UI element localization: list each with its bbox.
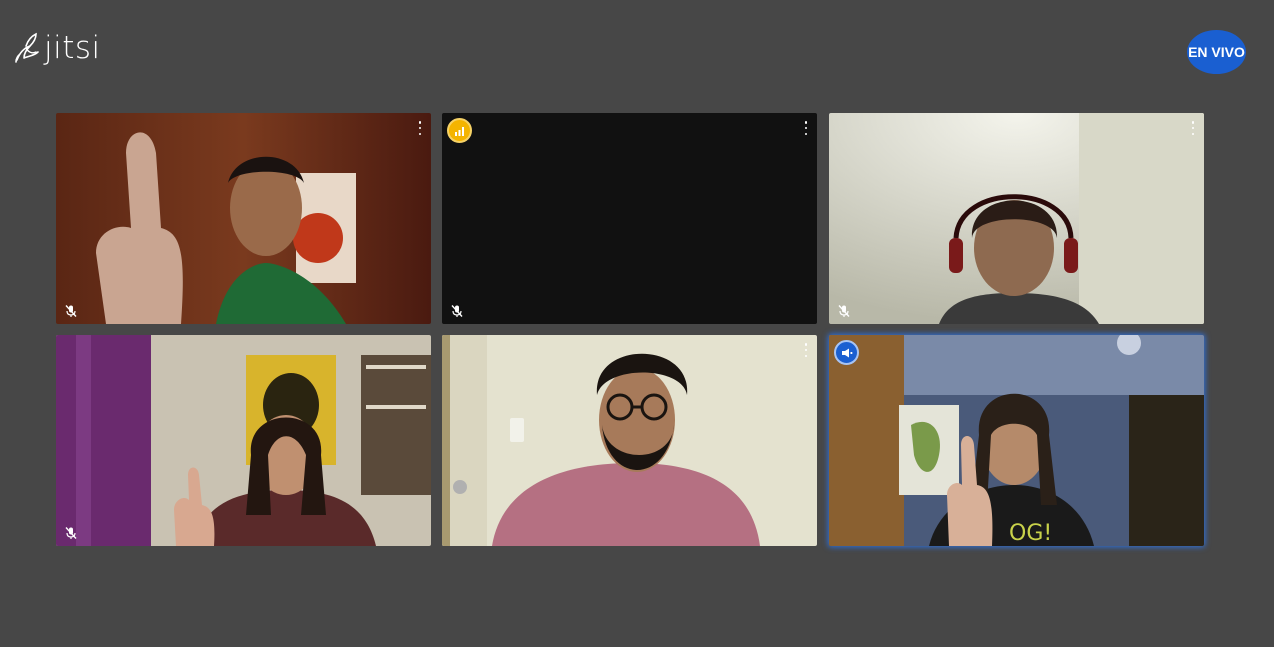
mic-muted-icon xyxy=(451,305,463,317)
more-options-icon[interactable] xyxy=(803,343,809,357)
more-options-icon[interactable] xyxy=(417,121,423,135)
jitsi-bird-icon xyxy=(15,32,39,63)
participant-tile-1[interactable] xyxy=(56,113,431,324)
mic-muted-icon xyxy=(838,305,850,317)
video-grid: OG! xyxy=(56,113,1205,547)
mic-muted-icon xyxy=(65,305,77,317)
participant-tile-2[interactable] xyxy=(442,113,817,324)
dominant-speaker-icon[interactable] xyxy=(834,340,859,365)
app-name: jitsi xyxy=(44,30,101,66)
more-options-icon[interactable] xyxy=(1190,121,1196,135)
svg-text:OG!: OG! xyxy=(1009,521,1052,546)
more-options-icon[interactable] xyxy=(803,121,809,135)
participant-tile-3[interactable] xyxy=(829,113,1204,324)
participant-tile-4[interactable] xyxy=(56,335,431,546)
participant-video-5 xyxy=(442,335,817,546)
participant-video-3 xyxy=(829,113,1204,324)
participant-tile-5[interactable] xyxy=(442,335,817,546)
participant-video-6: OG! xyxy=(829,335,1204,546)
mic-muted-icon xyxy=(65,527,77,539)
jitsi-logo[interactable]: jitsi xyxy=(14,28,101,68)
participant-video-1 xyxy=(56,113,431,324)
participant-tile-6[interactable]: OG! xyxy=(829,335,1204,546)
connection-signal-icon[interactable] xyxy=(447,118,472,143)
participant-video-4 xyxy=(56,335,431,546)
live-badge: EN VIVO xyxy=(1187,30,1246,74)
